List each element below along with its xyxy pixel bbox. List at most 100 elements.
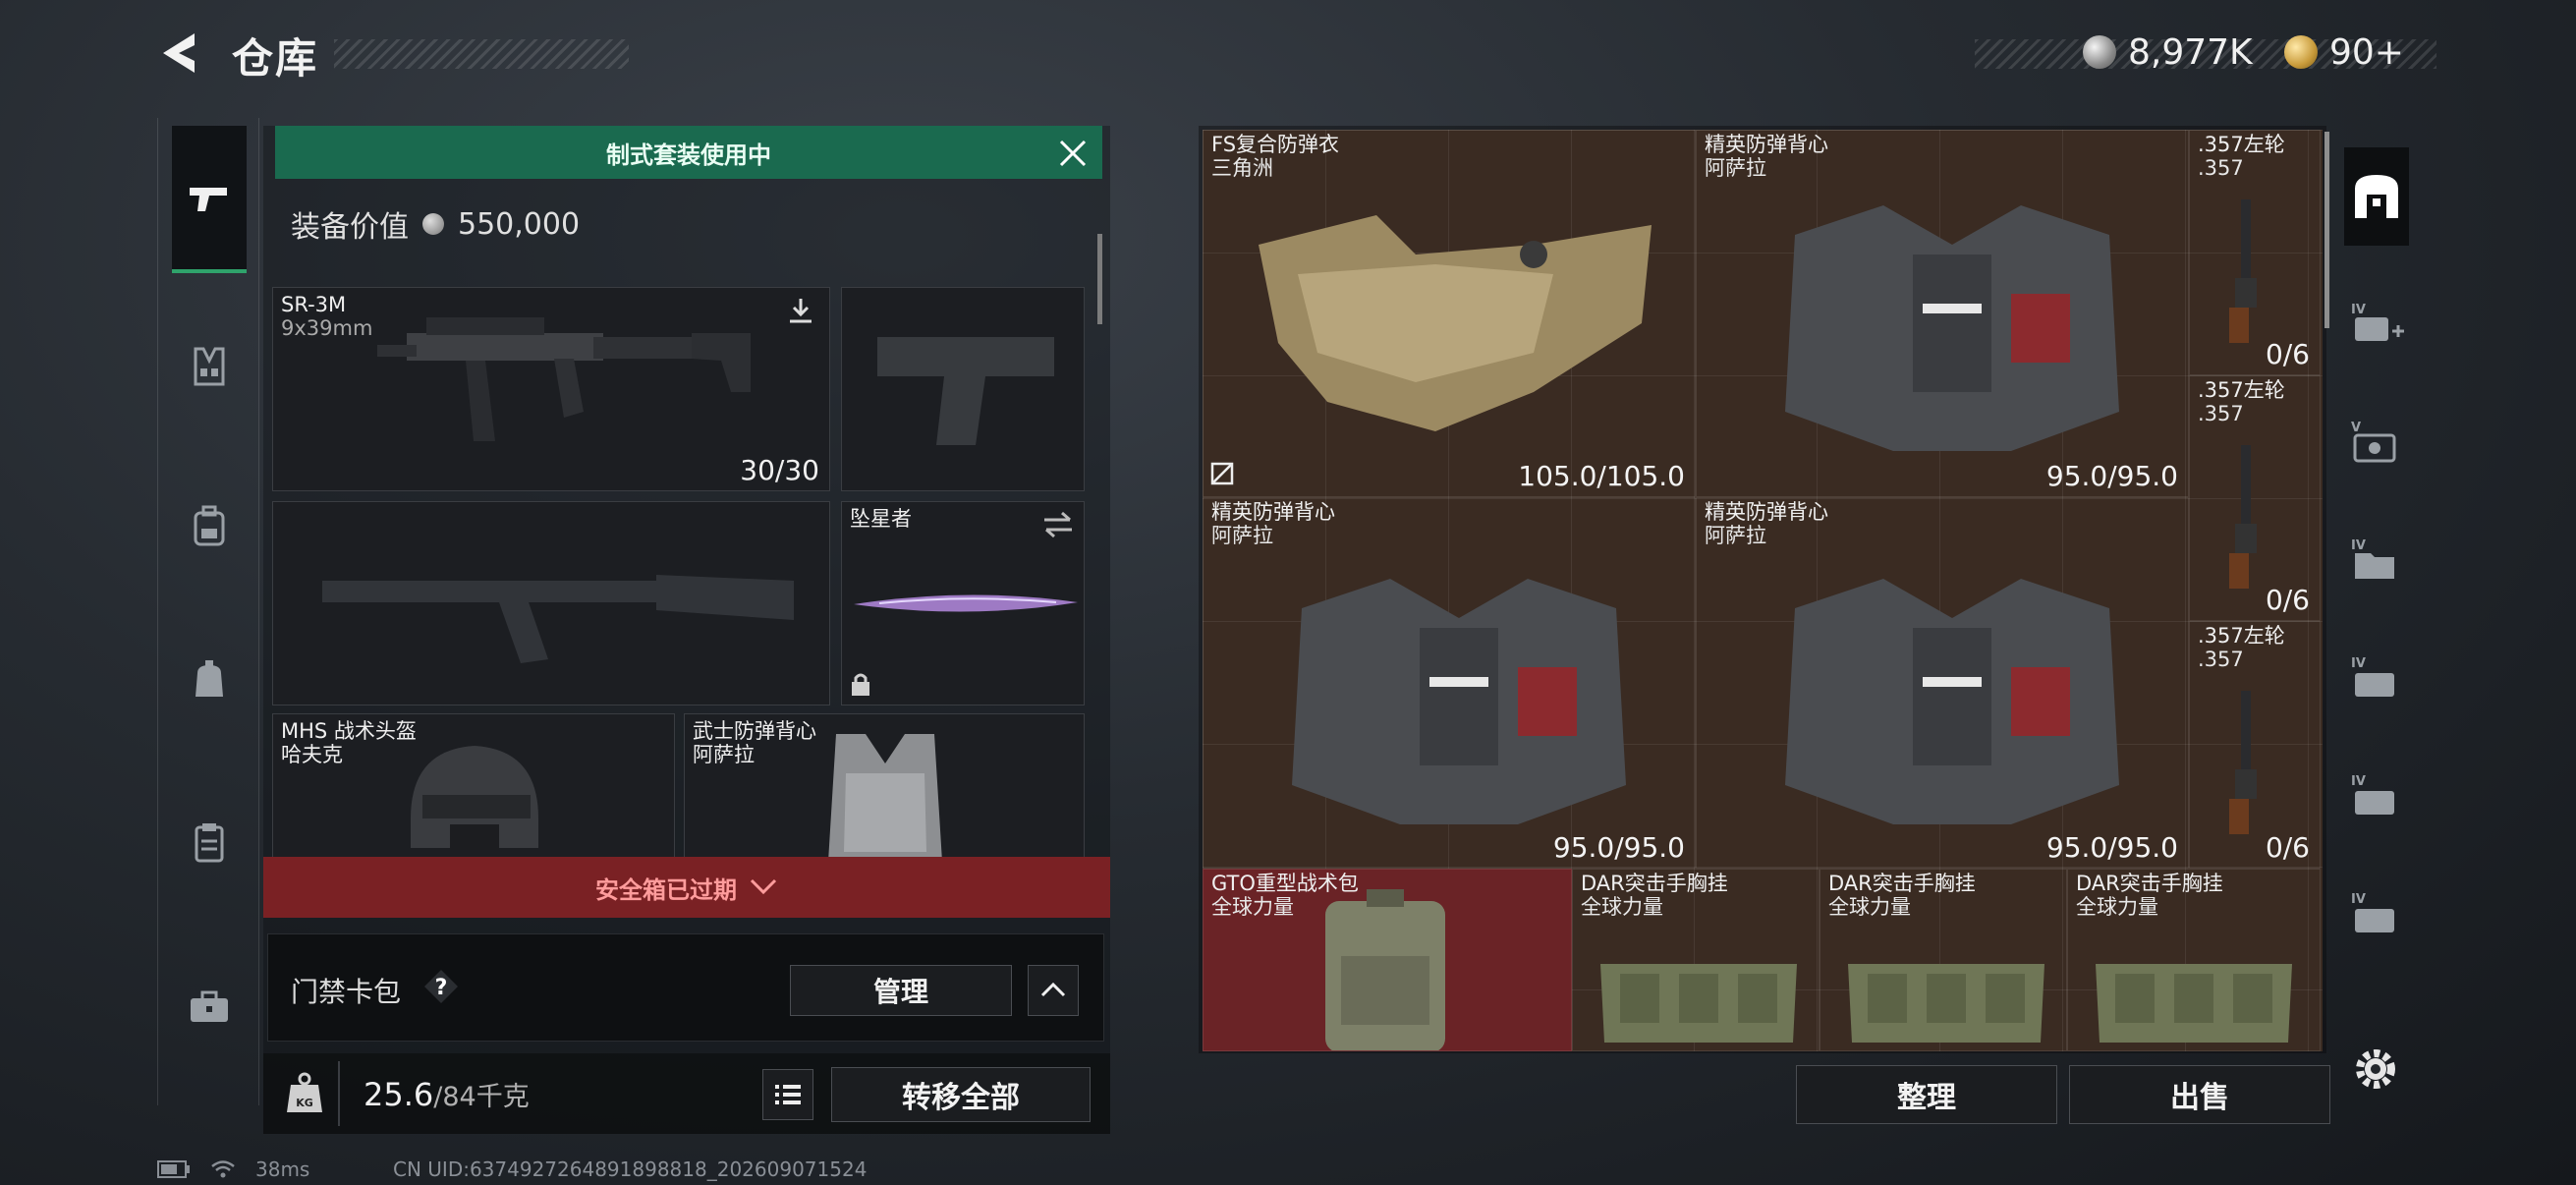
silver-amount: 8,977K (2128, 31, 2253, 73)
stash-item[interactable]: 精英防弹背心 阿萨拉 95.0/95.0 (1696, 130, 2189, 497)
item-durability: 95.0/95.0 (2045, 831, 2178, 864)
battery-icon (157, 1160, 190, 1178)
pistol-icon (190, 188, 227, 211)
item-name: .357左轮 (2198, 378, 2285, 402)
stash-item[interactable]: .357左轮 .357 0/6 (2189, 621, 2321, 869)
chest-rig-image (1848, 964, 2044, 1043)
stash-item[interactable]: 精英防弹背心 阿萨拉 95.0/95.0 (1203, 497, 1696, 869)
chest-rig-image (2096, 964, 2292, 1043)
helmet-brand: 哈夫克 (281, 743, 343, 766)
stash-item[interactable]: 精英防弹背心 阿萨拉 95.0/95.0 (1696, 497, 2189, 869)
armor-name: 武士防弹背心 (693, 719, 816, 743)
ammo-count: 30/30 (740, 454, 819, 486)
vest-image (1292, 579, 1626, 824)
item-brand: 阿萨拉 (1705, 156, 1766, 180)
page-title: 仓库 (232, 34, 319, 83)
close-banner-button[interactable] (1053, 134, 1092, 173)
item-name: .357左轮 (2198, 133, 2285, 156)
tab-stash-5[interactable]: V (2344, 403, 2409, 481)
item-name: DAR突击手胸挂 (1828, 872, 1976, 895)
item-brand: 全球力量 (2076, 895, 2158, 919)
gold-coin-icon (2284, 35, 2318, 69)
gold-currency[interactable]: 90+ (2284, 29, 2404, 75)
item-name: DAR突击手胸挂 (2076, 872, 2223, 895)
silver-currency: 8,977K (2083, 29, 2253, 75)
tab-stash-4d[interactable]: IV (2344, 875, 2409, 953)
stash-item[interactable]: .357左轮 .357 0/6 (2189, 375, 2321, 621)
weapon-name: SR-3M (281, 293, 347, 316)
rail-vest[interactable] (172, 324, 247, 409)
value-amount: 550,000 (458, 206, 581, 242)
download-icon[interactable] (786, 296, 815, 325)
rifle-image (377, 317, 751, 441)
back-button[interactable] (155, 29, 204, 77)
item-brand: 全球力量 (1581, 895, 1663, 919)
manage-button[interactable]: 管理 (790, 965, 1012, 1016)
help-button[interactable]: ? (422, 968, 460, 1005)
insured-icon (1210, 462, 1234, 485)
settings-button[interactable] (2350, 1044, 2401, 1095)
sort-button[interactable]: 整理 (1796, 1065, 2057, 1124)
primary-weapon-slot[interactable]: SR-3M 9x39mm 30/30 (272, 287, 830, 491)
svg-text:V: V (2351, 421, 2361, 435)
item-name: .357左轮 (2198, 624, 2285, 648)
helmet-slot[interactable]: MHS 战术头盔 哈夫克 (272, 713, 675, 861)
list-view-button[interactable] (762, 1069, 813, 1120)
sidearm-slot[interactable] (841, 287, 1085, 491)
melee-slot[interactable]: 坠星者 (841, 501, 1085, 705)
secondary-weapon-slot[interactable] (272, 501, 830, 705)
svg-text:IV: IV (2351, 538, 2366, 553)
tab-stash-4b[interactable]: IV (2344, 639, 2409, 717)
stash-box-icon: V (2351, 421, 2396, 463)
revolver-image (2229, 445, 2257, 589)
swap-icon[interactable] (1040, 510, 1076, 539)
weight-icon: KG (285, 1071, 324, 1114)
svg-text:IV: IV (2351, 892, 2366, 907)
rail-bag[interactable] (172, 637, 247, 721)
weight-max: /84千克 (433, 1082, 530, 1112)
help-icon: ? (424, 970, 458, 1003)
bag-icon (196, 660, 223, 697)
armor-slot[interactable]: 武士防弹背心 阿萨拉 (684, 713, 1085, 861)
tab-stash-4c[interactable]: IV (2344, 757, 2409, 835)
rail-backpack[interactable] (172, 483, 247, 568)
stash-scrollbar[interactable] (2324, 132, 2329, 328)
item-brand: .357 (2198, 402, 2244, 425)
silver-coin-icon (2083, 35, 2116, 69)
stash-item[interactable]: GTO重型战术包 全球力量 (1203, 869, 1572, 1051)
svg-text:KG: KG (296, 1097, 313, 1109)
stash-item[interactable]: .357左轮 .357 0/6 (2189, 130, 2321, 375)
item-brand: .357 (2198, 648, 2244, 671)
list-icon (775, 1085, 801, 1104)
ping-value: 38ms (255, 1157, 310, 1181)
access-card-label: 门禁卡包 (291, 976, 402, 1008)
loadout-scrollbar[interactable] (1097, 234, 1102, 324)
tab-stash-4a[interactable]: IV (2344, 521, 2409, 599)
melee-name: 坠星者 (850, 507, 912, 531)
gear-icon (2356, 1049, 2395, 1089)
plate-carrier-image (1259, 215, 1652, 431)
transfer-all-button[interactable]: 转移全部 (831, 1067, 1091, 1122)
vest-image (1785, 579, 2119, 824)
item-durability: 95.0/95.0 (1552, 831, 1685, 864)
item-name: DAR突击手胸挂 (1581, 872, 1728, 895)
stash-item[interactable]: DAR突击手胸挂 全球力量 (2067, 869, 2321, 1051)
safe-box-expired-bar[interactable]: 安全箱已过期 (263, 857, 1110, 918)
rail-toolbox[interactable] (172, 965, 247, 1049)
stash-item[interactable]: DAR突击手胸挂 全球力量 (1572, 869, 1820, 1051)
safe-box-status: 安全箱已过期 (595, 875, 737, 904)
svg-text:IV: IV (2351, 774, 2366, 789)
player-uid: CN UID:6374927264891898818_202609071524 (393, 1157, 868, 1181)
item-name: FS复合防弹衣 (1211, 133, 1340, 156)
stash-tab-rail: IV V IV IV IV IV (2338, 147, 2415, 1051)
tab-stash-home[interactable] (2344, 147, 2409, 246)
rail-weapons[interactable] (172, 126, 247, 273)
stash-item[interactable]: FS复合防弹衣 三角洲 105.0/105.0 (1203, 130, 1696, 497)
collapse-button[interactable] (1028, 965, 1079, 1016)
stash-item[interactable]: DAR突击手胸挂 全球力量 (1820, 869, 2067, 1051)
sell-button[interactable]: 出售 (2069, 1065, 2330, 1124)
armor-brand: 阿萨拉 (693, 743, 755, 766)
carry-weight: 25.6/84千克 (364, 1075, 530, 1113)
tab-add-stash[interactable]: IV (2344, 285, 2409, 364)
rail-case[interactable] (172, 800, 247, 884)
